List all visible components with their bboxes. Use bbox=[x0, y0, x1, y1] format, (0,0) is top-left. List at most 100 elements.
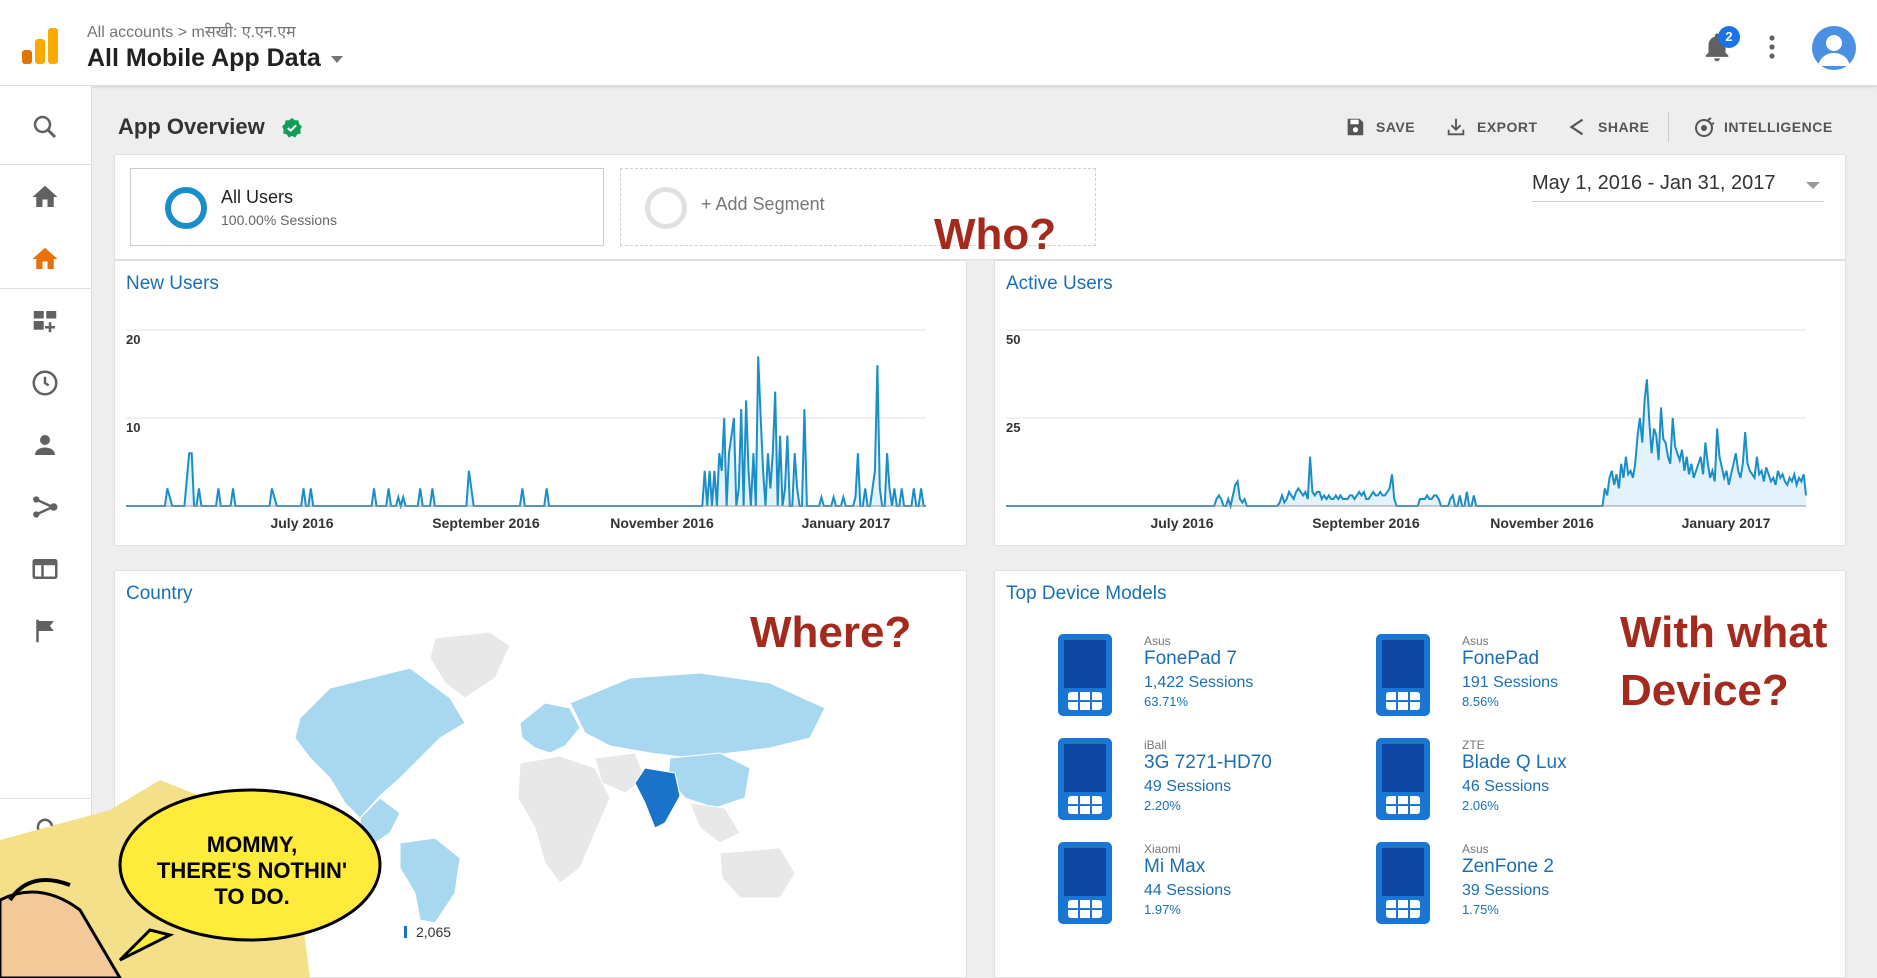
notification-count-badge: 2 bbox=[1718, 26, 1740, 48]
tablet-device-icon bbox=[1376, 634, 1430, 716]
share-label: SHARE bbox=[1598, 119, 1650, 135]
new-users-chart: 20 10 July 2016 September 2016 November 2016… bbox=[126, 329, 926, 531]
device-model[interactable]: ZenFone 2 bbox=[1462, 856, 1554, 878]
home-icon-active[interactable] bbox=[30, 244, 60, 274]
tablet-device-icon bbox=[1058, 738, 1112, 820]
map-legend-max: 2,065 bbox=[416, 924, 452, 940]
tablet-device-icon bbox=[1376, 738, 1430, 820]
save-icon bbox=[1347, 118, 1364, 136]
device-brand: Asus bbox=[1144, 634, 1171, 648]
device-brand: iBall bbox=[1144, 738, 1167, 752]
y-tick-label: 50 bbox=[1006, 332, 1020, 347]
where-annotation: Where? bbox=[750, 608, 912, 657]
home-icon[interactable] bbox=[30, 182, 60, 212]
tablet-device-icon bbox=[1376, 842, 1430, 924]
share-icon bbox=[1569, 118, 1584, 136]
intelligence-label: INTELLIGENCE bbox=[1724, 119, 1833, 135]
conversions-flag-icon[interactable] bbox=[30, 616, 60, 646]
chevron-down-icon bbox=[330, 55, 343, 63]
behavior-window-icon[interactable] bbox=[30, 554, 60, 584]
device-percent: 1.75% bbox=[1462, 902, 1499, 917]
segment-ring-icon bbox=[165, 187, 207, 229]
device-brand: ZTE bbox=[1462, 738, 1485, 752]
comic-line-2: THERE'S NOTHIN' bbox=[157, 858, 347, 883]
acquisition-icon[interactable] bbox=[30, 492, 60, 522]
country-title[interactable]: Country bbox=[126, 583, 193, 605]
device-brand: Asus bbox=[1462, 634, 1489, 648]
device-percent: 63.71% bbox=[1144, 694, 1189, 709]
device-percent: 1.97% bbox=[1144, 902, 1181, 917]
avatar[interactable] bbox=[1812, 26, 1856, 70]
chevron-down-icon bbox=[1806, 182, 1820, 189]
device-sessions: 39 Sessions bbox=[1462, 882, 1550, 899]
add-segment-ring-icon bbox=[645, 187, 687, 229]
who-annotation: Who? bbox=[934, 210, 1057, 259]
save-button[interactable]: SAVE bbox=[1347, 118, 1415, 136]
tablet-device-icon bbox=[1058, 842, 1112, 924]
top-header: All accounts > mसखी: ए.एन.एम All Mobile … bbox=[0, 0, 1877, 86]
device-brand: Xiaomi bbox=[1144, 842, 1181, 856]
device-model[interactable]: Mi Max bbox=[1144, 856, 1205, 878]
share-button[interactable]: SHARE bbox=[1569, 118, 1650, 136]
device-sessions: 46 Sessions bbox=[1462, 778, 1550, 795]
device-sessions: 44 Sessions bbox=[1144, 882, 1232, 899]
export-button[interactable]: EXPORT bbox=[1447, 118, 1538, 136]
more-options-icon[interactable] bbox=[1768, 34, 1776, 60]
x-tick-label: September 2016 bbox=[1312, 515, 1420, 531]
with-what-annotation: With what bbox=[1620, 608, 1828, 657]
export-download-icon bbox=[1447, 118, 1465, 136]
user-avatar-icon bbox=[1818, 35, 1850, 66]
device-sessions: 191 Sessions bbox=[1462, 674, 1559, 691]
x-tick-label: November 2016 bbox=[1490, 515, 1594, 531]
device-sessions: 49 Sessions bbox=[1144, 778, 1232, 795]
property-name: All Mobile App Data bbox=[87, 44, 321, 72]
realtime-clock-icon[interactable] bbox=[30, 368, 60, 398]
y-tick-label: 25 bbox=[1006, 420, 1020, 435]
series-line[interactable] bbox=[126, 356, 926, 510]
segment-name: All Users bbox=[221, 187, 294, 207]
sidebar-divider bbox=[0, 164, 92, 165]
device-item[interactable]: Xiaomi Mi Max 44 Sessions 1.97% bbox=[1058, 842, 1358, 932]
device-item[interactable]: Asus FonePad 7 1,422 Sessions 63.71% bbox=[1058, 634, 1358, 724]
device-model[interactable]: 3G 7271-HD70 bbox=[1144, 752, 1272, 774]
device-item[interactable]: iBall 3G 7271-HD70 49 Sessions 2.20% bbox=[1058, 738, 1358, 828]
export-label: EXPORT bbox=[1477, 119, 1538, 135]
device-item[interactable]: Asus ZenFone 2 39 Sessions 1.75% bbox=[1376, 842, 1676, 932]
device-model[interactable]: Blade Q Lux bbox=[1462, 752, 1567, 774]
device-brand: Asus bbox=[1462, 842, 1489, 856]
search-icon[interactable] bbox=[30, 112, 60, 142]
active-users-chart: 50 25 July 2016 September 2016 November 2016… bbox=[1006, 329, 1807, 531]
x-tick-label: January 2017 bbox=[1682, 515, 1771, 531]
device-model[interactable]: FonePad bbox=[1462, 648, 1539, 670]
device-item[interactable]: ZTE Blade Q Lux 46 Sessions 2.06% bbox=[1376, 738, 1676, 828]
device-percent: 8.56% bbox=[1462, 694, 1499, 709]
analytics-logo-icon[interactable] bbox=[22, 28, 58, 64]
device-sessions: 1,422 Sessions bbox=[1144, 674, 1254, 691]
segment-all-users[interactable]: All Users 100.00% Sessions bbox=[130, 168, 604, 246]
tablet-device-icon bbox=[1058, 634, 1112, 716]
active-users-title[interactable]: Active Users bbox=[1006, 273, 1113, 295]
property-selector[interactable]: All Mobile App Data bbox=[87, 44, 343, 73]
intelligence-icon bbox=[1695, 117, 1715, 137]
y-tick-label: 20 bbox=[126, 332, 140, 347]
device-percent: 2.20% bbox=[1144, 798, 1181, 813]
device-model[interactable]: FonePad 7 bbox=[1144, 648, 1237, 670]
x-tick-label: September 2016 bbox=[432, 515, 540, 531]
x-tick-label: July 2016 bbox=[1150, 515, 1213, 531]
y-tick-label: 10 bbox=[126, 420, 140, 435]
comic-line-1: MOMMY, bbox=[207, 832, 297, 857]
x-tick-label: July 2016 bbox=[270, 515, 333, 531]
date-range-label: May 1, 2016 - Jan 31, 2017 bbox=[1532, 172, 1776, 194]
audience-person-icon[interactable] bbox=[30, 430, 60, 460]
top-devices-title[interactable]: Top Device Models bbox=[1006, 583, 1167, 605]
comic-character-image: MOMMY, THERE'S NOTHIN' TO DO. bbox=[0, 780, 382, 978]
new-users-title[interactable]: New Users bbox=[126, 273, 219, 295]
customization-dashboard-icon[interactable] bbox=[30, 306, 60, 336]
device-percent: 2.06% bbox=[1462, 798, 1499, 813]
breadcrumb[interactable]: All accounts > mसखी: ए.एन.एम bbox=[87, 20, 296, 42]
date-range-selector[interactable]: May 1, 2016 - Jan 31, 2017 bbox=[1532, 172, 1824, 202]
segment-sessions: 100.00% Sessions bbox=[221, 212, 337, 228]
intelligence-button[interactable]: INTELLIGENCE bbox=[1695, 117, 1833, 137]
toolbar-divider bbox=[1668, 112, 1669, 142]
x-tick-label: November 2016 bbox=[610, 515, 714, 531]
